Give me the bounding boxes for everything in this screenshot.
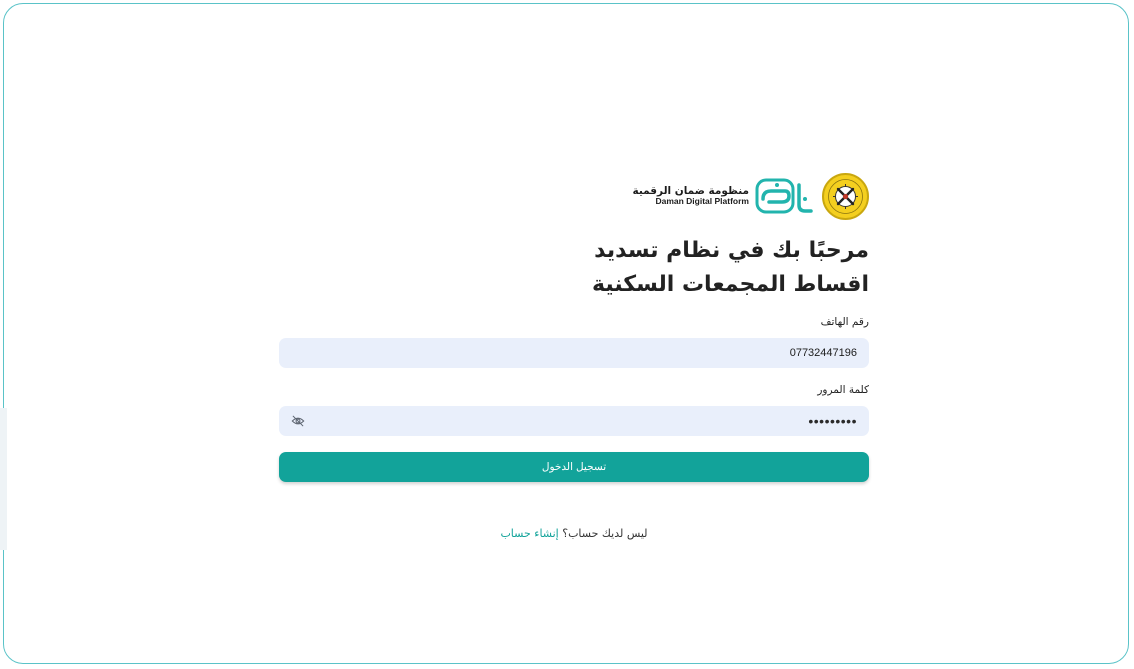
page-title: مرحبًا بك في نظام تسديد اقساط المجمعات ا… — [592, 238, 869, 297]
window-edge-strip — [0, 408, 7, 550]
brand-name-english: Daman Digital Platform — [655, 196, 749, 207]
phone-input-value: 07732447196 — [789, 347, 857, 359]
eye-off-icon[interactable] — [291, 414, 305, 428]
signup-prompt: ليس لديك حساب؟ — [562, 527, 648, 540]
phone-input[interactable]: 07732447196 — [279, 338, 869, 368]
create-account-link[interactable]: إنشاء حساب — [500, 527, 558, 540]
login-panel: منظومة ضمان الرقمية Daman Digital Platfo… — [279, 168, 869, 540]
brand-text: منظومة ضمان الرقمية Daman Digital Platfo… — [632, 185, 749, 207]
phone-label: رقم الهاتف — [820, 316, 869, 328]
signup-row: ليس لديك حساب؟ إنشاء حساب — [279, 527, 869, 540]
brand-header: منظومة ضمان الرقمية Daman Digital Platfo… — [279, 168, 869, 224]
password-masked-value: ••••••••• — [808, 413, 857, 429]
password-input[interactable]: ••••••••• — [279, 406, 869, 436]
government-seal-logo — [822, 172, 869, 220]
password-label: كلمة المرور — [817, 384, 869, 396]
daman-logo — [755, 175, 813, 217]
login-button[interactable]: تسجيل الدخول — [279, 452, 869, 482]
